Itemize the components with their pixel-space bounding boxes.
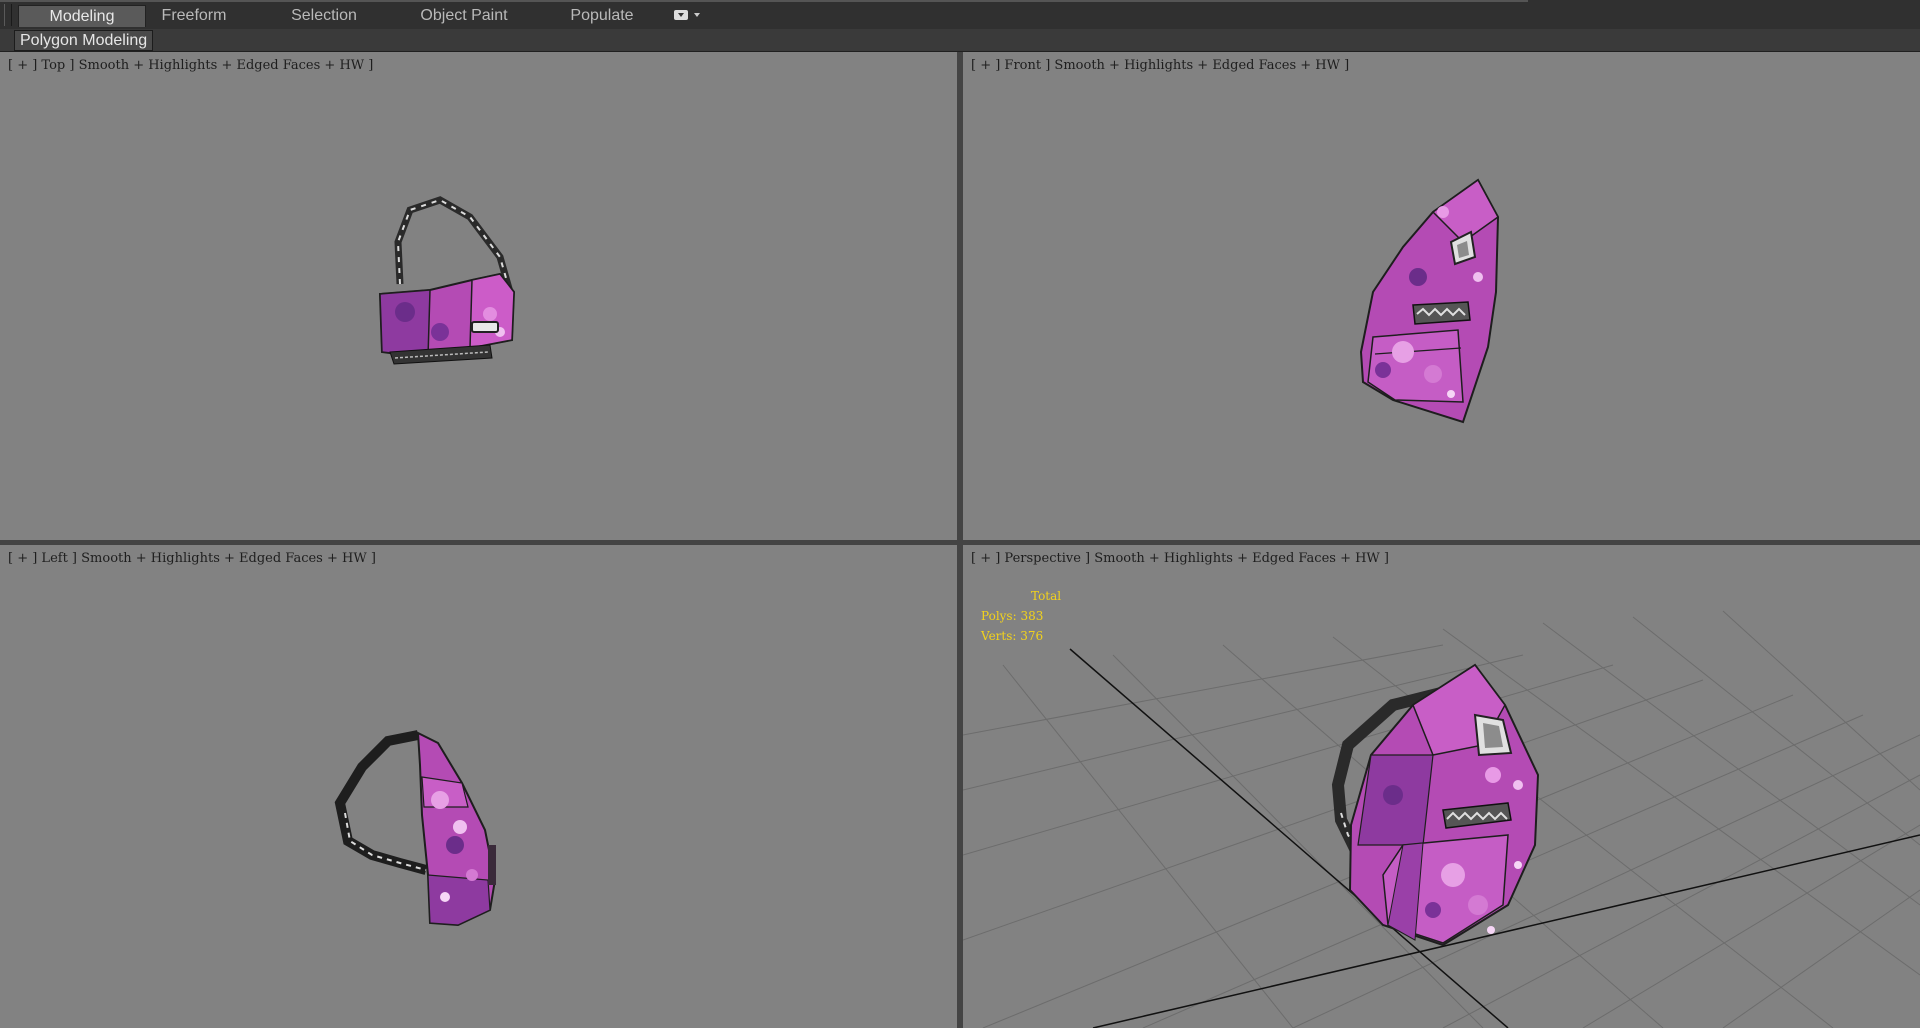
viewport-front[interactable]: [ + ] Front ] Smooth + Highlights + Edge…: [963, 52, 1920, 540]
bag-model-top[interactable]: [0, 52, 957, 540]
bag-model-front[interactable]: [963, 52, 1920, 540]
tab-freeform[interactable]: Freeform: [150, 5, 238, 27]
perspective-scene[interactable]: [963, 545, 1920, 1028]
ribbon-options-dropdown[interactable]: [674, 8, 710, 22]
viewport-left[interactable]: [ + ] Left ] Smooth + Highlights + Edged…: [0, 545, 957, 1028]
ribbon-top-line: [0, 0, 1528, 2]
dropdown-icon: [674, 10, 688, 20]
polygon-modeling-button[interactable]: Polygon Modeling: [14, 30, 154, 51]
caret-down-icon: [694, 13, 700, 17]
viewport-top[interactable]: [ + ] Top ] Smooth + Highlights + Edged …: [0, 52, 957, 540]
bag-model-left[interactable]: [0, 545, 957, 1028]
tab-selection[interactable]: Selection: [280, 5, 368, 27]
ribbon-panel: Polygon Modeling: [0, 29, 1920, 52]
tab-modeling[interactable]: Modeling: [18, 5, 146, 27]
tab-populate[interactable]: Populate: [560, 5, 644, 27]
viewport-perspective[interactable]: [ + ] Perspective ] Smooth + Highlights …: [963, 545, 1920, 1028]
tab-object-paint[interactable]: Object Paint: [410, 5, 518, 27]
ribbon-tab-bar: Modeling Freeform Selection Object Paint…: [0, 0, 1920, 30]
ribbon-grip-handle[interactable]: [4, 4, 12, 26]
